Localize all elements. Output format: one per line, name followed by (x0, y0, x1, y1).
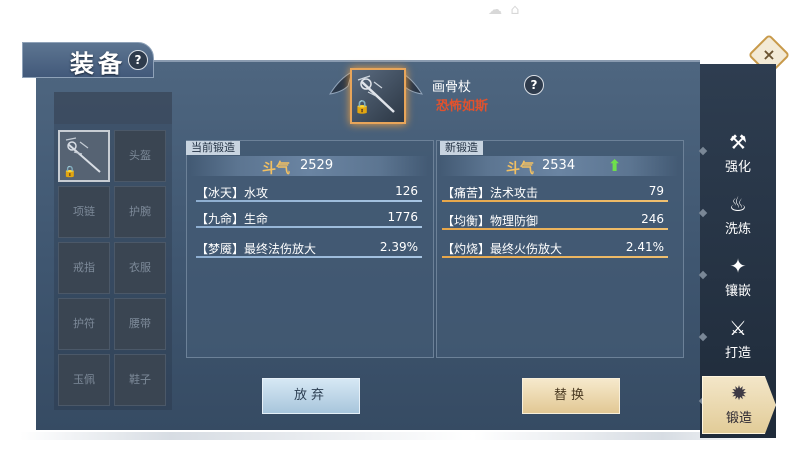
slot-weapon[interactable]: 🔒 (58, 130, 110, 182)
replace-button[interactable]: 替换 (522, 378, 620, 414)
stat-underline (442, 200, 668, 202)
slot-ring[interactable]: 戒指 (58, 242, 110, 294)
slot-helmet[interactable]: 头盔 (114, 130, 166, 182)
stat-underline (196, 200, 422, 202)
nav-item-label: 强化 (724, 160, 751, 175)
new-forge-label: 新锻造 (440, 141, 483, 155)
stat-row: 【冰天】水攻 126 (196, 182, 422, 202)
up-arrow-icon: ⬆ (608, 156, 622, 175)
abandon-button[interactable]: 放弃 (262, 378, 360, 414)
stat-name: 【冰天】水攻 (196, 186, 269, 200)
slot-bracer[interactable]: 护腕 (114, 186, 166, 238)
stat-row: 【痛苦】法术攻击 79 (442, 182, 668, 202)
stat-underline (442, 228, 668, 230)
forge-icon: ✹ (730, 381, 748, 405)
stat-value: 246 (641, 212, 664, 226)
craft-icon: ⚔ (729, 316, 747, 340)
stat-row: 【灼烧】最终火伤放大 2.41% (442, 238, 668, 258)
refine-icon: ♨ (729, 192, 747, 216)
item-name: 画骨杖 (432, 80, 472, 95)
upgrade-icon: ⚒ (729, 130, 747, 154)
page-title: 装备 (70, 50, 126, 78)
stat-value: 126 (395, 184, 418, 198)
slot-shoes[interactable]: 鞋子 (114, 354, 166, 406)
lock-icon: 🔒 (354, 100, 371, 115)
help-button[interactable]: ? (128, 50, 148, 70)
stat-value: 2.41% (625, 240, 664, 254)
current-power-value: 2529 (300, 158, 334, 173)
stat-value: 1776 (387, 210, 418, 224)
nav-item-label: 镶嵌 (724, 284, 751, 299)
stat-name: 【痛苦】法术攻击 (442, 186, 539, 200)
slot-belt[interactable]: 腰带 (114, 298, 166, 350)
nav-item-label: 锻造 (725, 411, 752, 426)
stat-name: 【均衡】物理防御 (442, 214, 539, 228)
nav-item-inlay[interactable]: ✦ 镶嵌 (706, 250, 770, 306)
stat-value: 2.39% (379, 240, 418, 254)
power-icon: 斗气 (506, 161, 534, 177)
stat-underline (196, 256, 422, 258)
new-power-value: 2534 (542, 158, 576, 173)
stat-row: 【九命】生命 1776 (196, 208, 422, 228)
item-help-button[interactable]: ? (524, 75, 544, 95)
stat-name: 【梦魇】最终法伤放大 (196, 242, 317, 256)
power-icon: 斗气 (262, 161, 290, 177)
slot-jade[interactable]: 玉佩 (58, 354, 110, 406)
slot-clothes[interactable]: 衣服 (114, 242, 166, 294)
selected-item-icon[interactable] (350, 68, 406, 124)
stat-name: 【九命】生命 (196, 212, 269, 226)
slot-panel-header (54, 92, 172, 124)
lock-icon: 🔒 (63, 165, 77, 178)
slot-amulet[interactable]: 护符 (58, 298, 110, 350)
item-subtitle: 恐怖如斯 (436, 99, 489, 114)
stat-row: 【均衡】物理防御 246 (442, 210, 668, 230)
nav-item-label: 打造 (724, 346, 751, 361)
nav-item-strengthen[interactable]: ⚒ 强化 (706, 126, 770, 182)
gem-icon: ✦ (729, 254, 747, 278)
stat-name: 【灼烧】最终火伤放大 (442, 242, 563, 256)
nav-item-label: 洗炼 (724, 222, 751, 237)
stat-row: 【梦魇】最终法伤放大 2.39% (196, 238, 422, 258)
current-forge-label: 当前锻造 (186, 141, 240, 155)
stat-value: 79 (648, 184, 664, 198)
nav-item-forge[interactable]: ✹ 锻造 (702, 376, 776, 434)
cloud-decoration: ☁ ⌂ (488, 2, 522, 18)
stat-underline (196, 226, 422, 228)
slot-necklace[interactable]: 项链 (58, 186, 110, 238)
nav-item-craft[interactable]: ⚔ 打造 (706, 312, 770, 368)
stat-underline (442, 256, 668, 258)
nav-item-refine[interactable]: ♨ 洗炼 (706, 188, 770, 244)
